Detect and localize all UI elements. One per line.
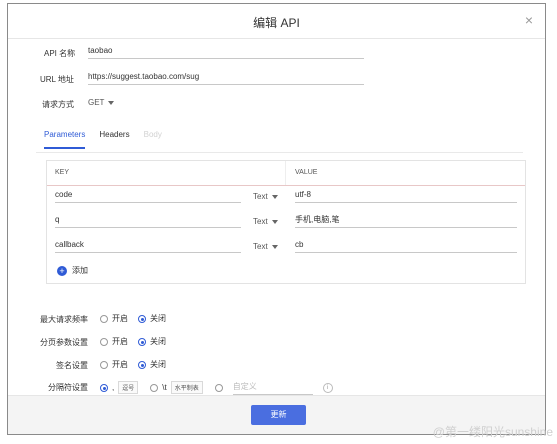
- api-name-label: API 名称: [44, 49, 76, 58]
- watermark: @第一缕阳光sunshine: [432, 425, 553, 439]
- param-type-select[interactable]: Text: [253, 217, 278, 226]
- params-table: KEY VALUE code Text utf-8 q Text 手机,电脑,笔…: [46, 160, 526, 284]
- separator-tab-char: \t: [162, 383, 167, 392]
- close-icon[interactable]: ×: [525, 12, 533, 28]
- tabs-divider: [36, 152, 523, 153]
- radio-icon: [100, 337, 108, 346]
- param-type-value: Text: [253, 242, 268, 251]
- api-name-input[interactable]: taobao: [88, 44, 364, 59]
- separator-comma-char: ,: [112, 383, 115, 392]
- param-type-select[interactable]: Text: [253, 192, 278, 201]
- rate-limit-off-option[interactable]: 关闭: [138, 313, 166, 324]
- chevron-down-icon: [271, 244, 278, 249]
- add-param-button[interactable]: + 添加: [57, 265, 88, 276]
- param-key-input[interactable]: callback: [55, 238, 241, 253]
- option-label: 关闭: [150, 360, 166, 369]
- rate-limit-label: 最大请求频率: [40, 315, 88, 324]
- paging-label: 分页参数设置: [40, 338, 88, 347]
- column-divider: [285, 161, 286, 185]
- paging-on-option[interactable]: 开启: [100, 336, 128, 347]
- option-label: 开启: [112, 314, 128, 323]
- tab-body[interactable]: Body: [144, 130, 162, 149]
- dialog-header: 编辑 API ×: [8, 4, 545, 39]
- chevron-down-icon: [271, 194, 278, 199]
- request-tabs: Parameters Headers Body: [44, 130, 162, 149]
- info-icon[interactable]: i: [322, 382, 333, 393]
- param-type-select[interactable]: Text: [253, 242, 278, 251]
- rate-limit-radio-group: 开启 关闭: [100, 313, 176, 324]
- tab-parameters[interactable]: Parameters: [44, 130, 86, 149]
- method-label: 请求方式: [42, 100, 74, 109]
- sign-label: 签名设置: [56, 361, 88, 370]
- radio-checked-icon: [138, 314, 146, 323]
- separator-comma-tag: 逗号: [118, 381, 139, 394]
- param-type-value: Text: [253, 217, 268, 226]
- url-input[interactable]: https://suggest.taobao.com/sug: [88, 70, 364, 85]
- param-type-value: Text: [253, 192, 268, 201]
- radio-icon: [100, 314, 108, 323]
- add-param-label: 添加: [72, 266, 88, 275]
- method-value: GET: [88, 98, 105, 107]
- separator-custom-radio[interactable]: [214, 383, 223, 392]
- paging-radio-group: 开启 关闭: [100, 336, 176, 347]
- radio-checked-icon: [138, 360, 146, 369]
- param-value-input[interactable]: 手机,电脑,笔: [295, 213, 517, 228]
- key-column-header: KEY: [55, 169, 70, 176]
- separator-radio-group: , 逗号 \t 水平制表 自定义 i: [100, 380, 333, 395]
- radio-checked-icon: [138, 337, 146, 346]
- edit-api-dialog: 编辑 API × API 名称 taobao URL 地址 https://su…: [7, 3, 546, 435]
- param-key-input[interactable]: code: [55, 188, 241, 203]
- separator-tab-tag: 水平制表: [170, 381, 203, 394]
- option-label: 关闭: [150, 337, 166, 346]
- param-key-input[interactable]: q: [55, 213, 241, 228]
- paging-off-option[interactable]: 关闭: [138, 336, 166, 347]
- separator-label: 分隔符设置: [48, 383, 88, 392]
- chevron-down-icon: [271, 219, 278, 224]
- update-button[interactable]: 更新: [251, 405, 306, 425]
- sign-off-option[interactable]: 关闭: [138, 359, 166, 370]
- value-column-header: VALUE: [295, 169, 318, 176]
- url-label: URL 地址: [40, 75, 74, 84]
- sign-on-option[interactable]: 开启: [100, 359, 128, 370]
- params-table-header: KEY VALUE: [47, 161, 525, 186]
- plus-icon: +: [57, 265, 67, 276]
- rate-limit-on-option[interactable]: 开启: [100, 313, 128, 324]
- chevron-down-icon: [108, 100, 115, 105]
- tab-headers[interactable]: Headers: [99, 130, 129, 149]
- separator-tab-radio[interactable]: [150, 383, 159, 392]
- radio-icon: [100, 360, 108, 369]
- separator-comma-radio[interactable]: [100, 383, 108, 392]
- dialog-title: 编辑 API: [253, 16, 300, 30]
- separator-custom-input[interactable]: 自定义: [232, 380, 313, 395]
- sign-radio-group: 开启 关闭: [100, 359, 176, 370]
- method-select[interactable]: GET: [88, 98, 115, 107]
- option-label: 开启: [112, 360, 128, 369]
- option-label: 关闭: [150, 314, 166, 323]
- param-value-input[interactable]: utf-8: [295, 188, 517, 203]
- param-value-input[interactable]: cb: [295, 238, 517, 253]
- option-label: 开启: [112, 337, 128, 346]
